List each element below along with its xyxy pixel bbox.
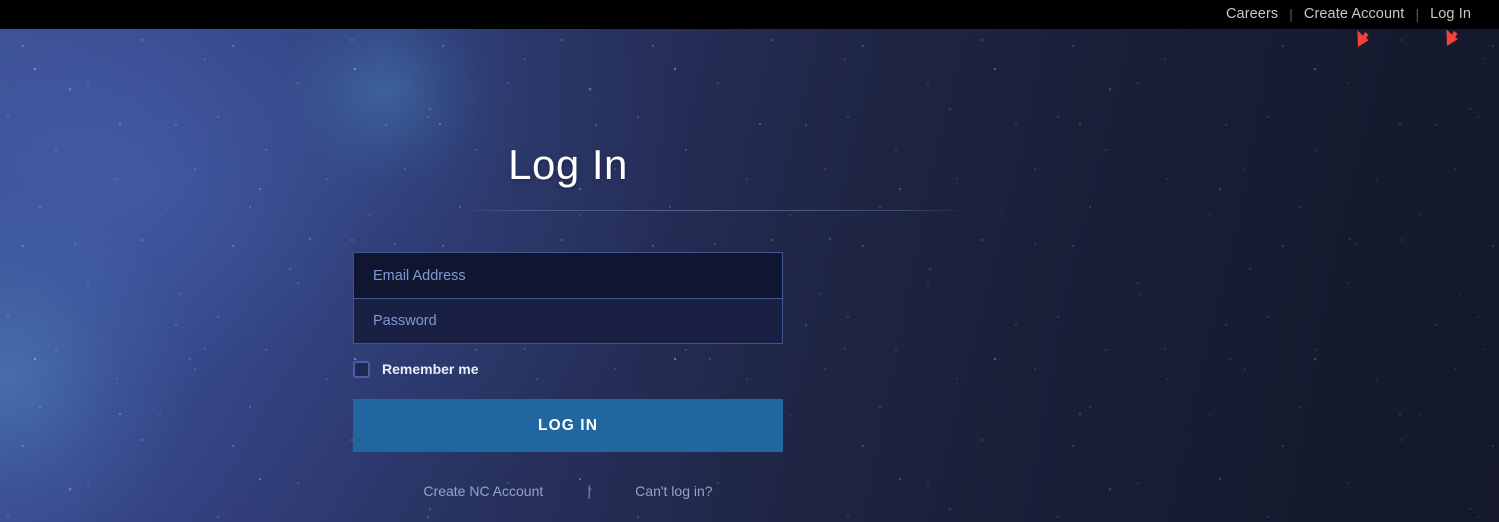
login-form: Remember me LOG IN Create NC Account | C… <box>353 252 783 501</box>
nav-separator-2: | <box>1415 6 1420 22</box>
nav-link-careers[interactable]: Careers <box>1226 0 1278 29</box>
password-field-wrapper[interactable] <box>353 298 783 344</box>
footer-separator: | <box>587 482 592 500</box>
footer-links: Create NC Account | Can't log in? <box>353 481 783 501</box>
remember-me-checkbox[interactable] <box>353 360 370 378</box>
page-title: Log In <box>508 141 628 188</box>
login-page: Careers | Create Account | Log In Log In… <box>0 0 1499 522</box>
nav-link-create-account[interactable]: Create Account <box>1304 0 1405 29</box>
remember-me-row[interactable]: Remember me <box>353 359 783 379</box>
log-in-button[interactable]: LOG IN <box>353 399 783 452</box>
nav-link-log-in[interactable]: Log In <box>1430 0 1471 29</box>
password-input[interactable] <box>373 313 782 329</box>
login-content: Log In Remember me LOG IN Create NC Acco… <box>0 29 1499 522</box>
email-field-wrapper[interactable] <box>353 252 783 298</box>
title-divider <box>455 210 968 211</box>
top-navigation-bar: Careers | Create Account | Log In <box>0 0 1499 29</box>
create-nc-account-link[interactable]: Create NC Account <box>423 483 543 499</box>
remember-me-label[interactable]: Remember me <box>382 361 479 377</box>
nav-separator-1: | <box>1289 6 1293 22</box>
email-input[interactable] <box>373 267 782 284</box>
cant-log-in-link[interactable]: Can't log in? <box>635 483 712 499</box>
